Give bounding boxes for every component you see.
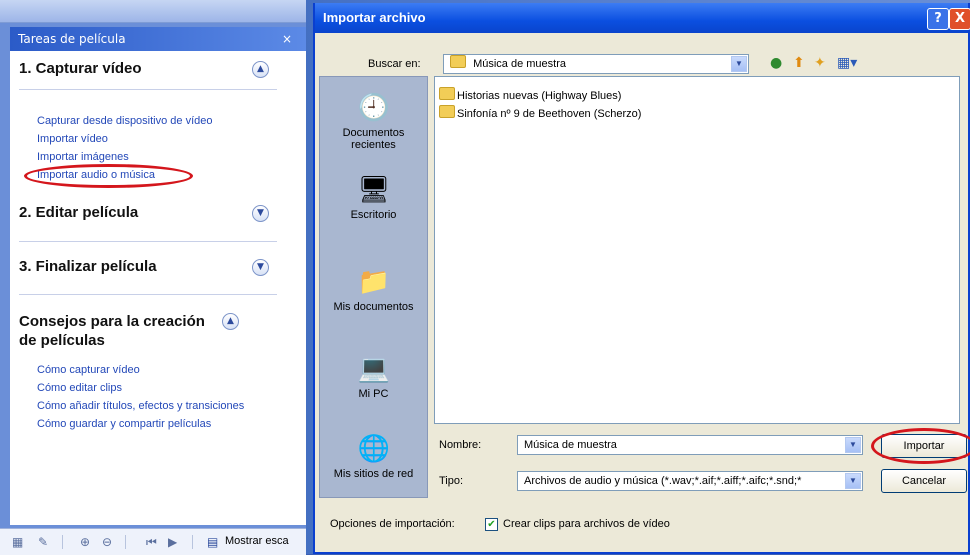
name-label: Nombre: xyxy=(439,439,482,451)
place-desktop-label: Escritorio xyxy=(350,209,397,221)
task-pane: Tareas de película × 1. Capturar vídeo ▲… xyxy=(0,0,306,555)
back-icon[interactable]: ● xyxy=(770,55,782,71)
toolbar-divider xyxy=(125,535,126,549)
create-clips-checkbox[interactable]: ✔ xyxy=(485,518,498,531)
name-value: Música de muestra xyxy=(524,439,617,451)
list-item[interactable]: Sinfonía nº 9 de Beethoven (Scherzo) xyxy=(439,105,641,120)
look-in-dropdown[interactable]: Música de muestra ▼ xyxy=(443,54,749,74)
storyboard-icon[interactable]: ▦ xyxy=(12,535,23,549)
task-pane-title: Tareas de película xyxy=(18,32,126,46)
pane-top-strip xyxy=(0,0,306,23)
chevron-down-icon[interactable]: ▼ xyxy=(252,259,269,276)
chevron-up-icon[interactable]: ▲ xyxy=(252,61,269,78)
create-clips-label[interactable]: Crear clips para archivos de vídeo xyxy=(503,518,670,530)
show-storyboard-button[interactable]: Mostrar esca xyxy=(225,535,289,547)
folder-icon xyxy=(439,105,455,118)
dialog-title: Importar archivo xyxy=(323,10,426,25)
file-list: Historias nuevas (Highway Blues) Sinfoní… xyxy=(434,76,960,424)
chevron-down-icon[interactable]: ▼ xyxy=(252,205,269,222)
type-label: Tipo: xyxy=(439,475,464,487)
link-capture-device[interactable]: Capturar desde dispositivo de vídeo xyxy=(37,115,213,127)
place-network[interactable]: 🌐 Mis sitios de red xyxy=(320,432,427,480)
task-pane-body: 1. Capturar vídeo ▲ Capturar desde dispo… xyxy=(10,51,306,525)
section-title-finish[interactable]: 3. Finalizar película xyxy=(19,258,157,275)
type-value: Archivos de audio y música (*.wav;*.aif;… xyxy=(524,475,802,487)
zoom-in-icon[interactable]: ⊕ xyxy=(80,535,90,549)
link-tip-capture[interactable]: Cómo capturar vídeo xyxy=(37,364,140,376)
network-places-icon: 🌐 xyxy=(357,433,390,463)
help-icon[interactable]: ? xyxy=(927,8,949,30)
play-icon[interactable]: ▶ xyxy=(168,535,177,549)
cancel-button[interactable]: Cancelar xyxy=(881,469,967,493)
close-icon[interactable]: × xyxy=(282,27,292,51)
section-title-tips-2[interactable]: de películas xyxy=(19,332,105,349)
divider xyxy=(19,241,277,242)
highlight-oval xyxy=(24,164,193,188)
my-documents-icon: 📁 xyxy=(357,266,390,296)
view-menu-icon[interactable]: ▦▾ xyxy=(837,55,857,71)
places-bar: 🕘 Documentos recientes 🖥 Escritorio 📁 Mi… xyxy=(319,76,428,498)
timeline-icon[interactable]: ▤ xyxy=(207,535,218,549)
section-title-tips-1[interactable]: Consejos para la creación xyxy=(19,313,205,330)
list-item[interactable]: Historias nuevas (Highway Blues) xyxy=(439,87,621,102)
zoom-out-icon[interactable]: ⊖ xyxy=(102,535,112,549)
place-my-documents[interactable]: 📁 Mis documentos xyxy=(320,265,427,313)
place-recent-label: Documentos recientes xyxy=(342,127,405,151)
file-name: Historias nuevas (Highway Blues) xyxy=(457,90,622,102)
section-title-capture[interactable]: 1. Capturar vídeo xyxy=(19,60,142,77)
import-dialog: Importar archivo ? X Buscar en: Música d… xyxy=(313,3,970,554)
toolbar-divider xyxy=(192,535,193,549)
place-my-pc-label: Mi PC xyxy=(358,388,389,400)
rewind-icon[interactable]: ⏮ xyxy=(146,535,157,550)
close-icon[interactable]: X xyxy=(949,8,970,30)
link-import-video[interactable]: Importar vídeo xyxy=(37,133,108,145)
desktop-icon: 🖥 xyxy=(357,174,391,204)
file-name: Sinfonía nº 9 de Beethoven (Scherzo) xyxy=(457,108,642,120)
folder-icon xyxy=(439,87,455,100)
link-tip-save[interactable]: Cómo guardar y compartir películas xyxy=(37,418,211,430)
place-desktop[interactable]: 🖥 Escritorio xyxy=(320,173,427,221)
recent-documents-icon: 🕘 xyxy=(357,92,390,122)
look-in-label: Buscar en: xyxy=(368,58,421,70)
look-in-value: Música de muestra xyxy=(473,58,566,70)
place-recent[interactable]: 🕘 Documentos recientes xyxy=(320,91,427,151)
link-tip-titles[interactable]: Cómo añadir títulos, efectos y transicio… xyxy=(37,400,244,412)
divider xyxy=(19,89,277,90)
storyboard-toolbar: ▦ ✎ ⊕ ⊖ ⏮ ▶ ▤ Mostrar esca xyxy=(0,528,306,555)
chevron-down-icon[interactable]: ▼ xyxy=(845,437,861,453)
chevron-up-icon[interactable]: ▲ xyxy=(222,313,239,330)
up-folder-icon[interactable]: ⬆ xyxy=(793,55,805,71)
link-import-images[interactable]: Importar imágenes xyxy=(37,151,129,163)
import-options-label: Opciones de importación: xyxy=(330,518,455,530)
place-network-label: Mis sitios de red xyxy=(333,468,414,480)
link-tip-edit[interactable]: Cómo editar clips xyxy=(37,382,122,394)
dialog-title-bar: Importar archivo xyxy=(315,3,968,33)
toolbar-divider xyxy=(62,535,63,549)
folder-icon xyxy=(450,55,466,68)
tool-icon[interactable]: ✎ xyxy=(38,535,48,549)
highlight-oval xyxy=(871,428,970,464)
my-computer-icon: 💻 xyxy=(357,353,390,383)
chevron-down-icon[interactable]: ▼ xyxy=(731,56,747,72)
chevron-down-icon[interactable]: ▼ xyxy=(845,473,861,489)
place-my-documents-label: Mis documentos xyxy=(333,301,414,313)
section-title-edit[interactable]: 2. Editar película xyxy=(19,204,138,221)
type-dropdown[interactable]: Archivos de audio y música (*.wav;*.aif;… xyxy=(517,471,863,491)
place-my-pc[interactable]: 💻 Mi PC xyxy=(320,352,427,400)
name-field[interactable]: Música de muestra ▼ xyxy=(517,435,863,455)
new-folder-icon[interactable]: ✦ xyxy=(814,55,826,71)
task-pane-header: Tareas de película × xyxy=(10,27,306,51)
divider xyxy=(19,294,277,295)
